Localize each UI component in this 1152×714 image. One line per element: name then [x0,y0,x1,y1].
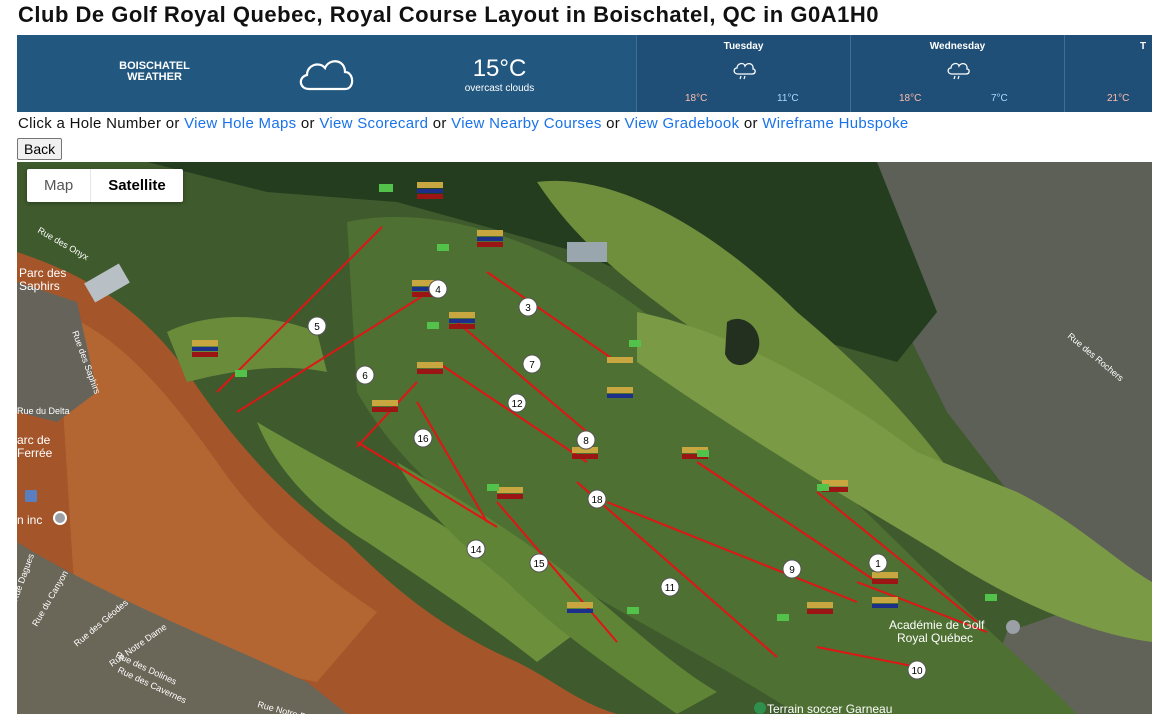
page-title: Club De Golf Royal Quebec, Royal Course … [18,2,879,27]
forecast-high: 18°C [899,93,922,104]
satellite-map[interactable]: 5 4 3 6 7 12 8 16 18 14 15 11 9 1 10 Par… [17,162,1152,714]
park-label: Saphirs [19,279,60,293]
park-label: Ferrée [17,446,53,460]
hole-marker[interactable]: 1 [868,553,888,573]
hole-number: 1 [875,559,881,570]
street-label: Rue du Delta [17,406,70,416]
nav-separator: or [739,115,763,132]
park-label: arc de [17,433,51,447]
hole-marker[interactable]: 14 [466,539,486,559]
hole-number: 12 [511,399,523,410]
transit-icon[interactable] [25,490,37,502]
hole-number: 5 [314,322,320,333]
hole-marker[interactable]: 16 [413,428,433,448]
weather-city-label: WEATHER [127,71,182,83]
hole-number: 16 [417,434,429,445]
place-label: Terrain soccer Garneau [767,702,892,714]
forecast-day: Wednesday 18°C 7°C [850,35,1064,112]
map-type-satellite-button[interactable]: Satellite [90,169,183,202]
current-condition: overcast clouds [464,83,535,94]
forecast-high: 21°C [1107,93,1130,104]
weather-widget: BOISCHATEL WEATHER 15°C overcast clouds … [17,35,1152,112]
weather-city: BOISCHATEL WEATHER [97,61,212,83]
hole-marker[interactable]: 4 [428,279,448,299]
park-label: Parc des [19,266,66,280]
hole-marker[interactable]: 15 [529,553,549,573]
golf-pin-icon[interactable] [1006,620,1020,634]
hole-marker[interactable]: 12 [507,393,527,413]
hole-marker[interactable]: 7 [522,354,542,374]
hole-number: 7 [529,360,535,371]
forecast-day: T 21°C [1064,35,1152,112]
forecast-low: 7°C [991,93,1008,104]
map-pin-icon[interactable] [53,511,67,525]
forecast-day-name: Wednesday [929,41,986,52]
hole-marker[interactable]: 6 [355,365,375,385]
back-button[interactable]: Back [17,138,63,160]
view-nearby-courses-link[interactable]: View Nearby Courses [451,115,602,132]
hole-number: 4 [435,285,441,296]
wireframe-hubspoke-link[interactable]: Wireframe Hubspoke [762,115,908,132]
hole-number: 9 [789,565,795,576]
nav-separator: or [296,115,320,132]
hole-number: 6 [362,371,368,382]
park-pin-icon[interactable] [754,702,766,714]
map-canvas: 5 4 3 6 7 12 8 16 18 14 15 11 9 1 10 Par… [17,162,1152,714]
place-label: Royal Québec [897,631,973,645]
map-type-map-button[interactable]: Map [27,169,90,202]
rain-cloud-icon [732,62,756,80]
nav-separator: or [601,115,625,132]
cloud-icon [299,60,354,91]
rain-cloud-icon [946,62,970,80]
place-label: Académie de Golf [889,618,985,632]
view-gradebook-link[interactable]: View Gradebook [625,115,740,132]
hole-number: 11 [665,583,676,594]
forecast-low: 11°C [777,93,799,104]
forecast-day: Tuesday 18°C 11°C [636,35,850,112]
hole-marker[interactable]: 8 [576,430,596,450]
nav-separator: or [428,115,452,132]
view-hole-maps-link[interactable]: View Hole Maps [184,115,296,132]
hole-marker[interactable]: 9 [782,559,802,579]
hole-number: 18 [591,495,603,506]
nav-prefix: Click a Hole Number or [18,115,185,132]
hole-number: 15 [533,559,545,570]
map-type-control: Map Satellite [27,169,183,202]
hole-marker[interactable]: 10 [907,660,927,680]
hole-marker[interactable]: 11 [660,577,680,597]
hole-marker[interactable]: 5 [307,316,327,336]
current-temperature: 15°C [472,55,527,82]
hole-navigation: Click a Hole Number or View Hole Maps or… [18,115,909,132]
business-label: n inc [17,513,42,527]
forecast-day-name: Tuesday [723,41,764,52]
hole-number: 10 [911,666,923,677]
hole-marker[interactable]: 18 [587,489,607,509]
hole-number: 3 [525,303,531,314]
hole-number: 8 [583,436,589,447]
view-scorecard-link[interactable]: View Scorecard [319,115,428,132]
hole-marker[interactable]: 3 [518,297,538,317]
hole-number: 14 [470,545,482,556]
forecast-high: 18°C [685,93,708,104]
forecast-day-name: T [1140,41,1147,52]
